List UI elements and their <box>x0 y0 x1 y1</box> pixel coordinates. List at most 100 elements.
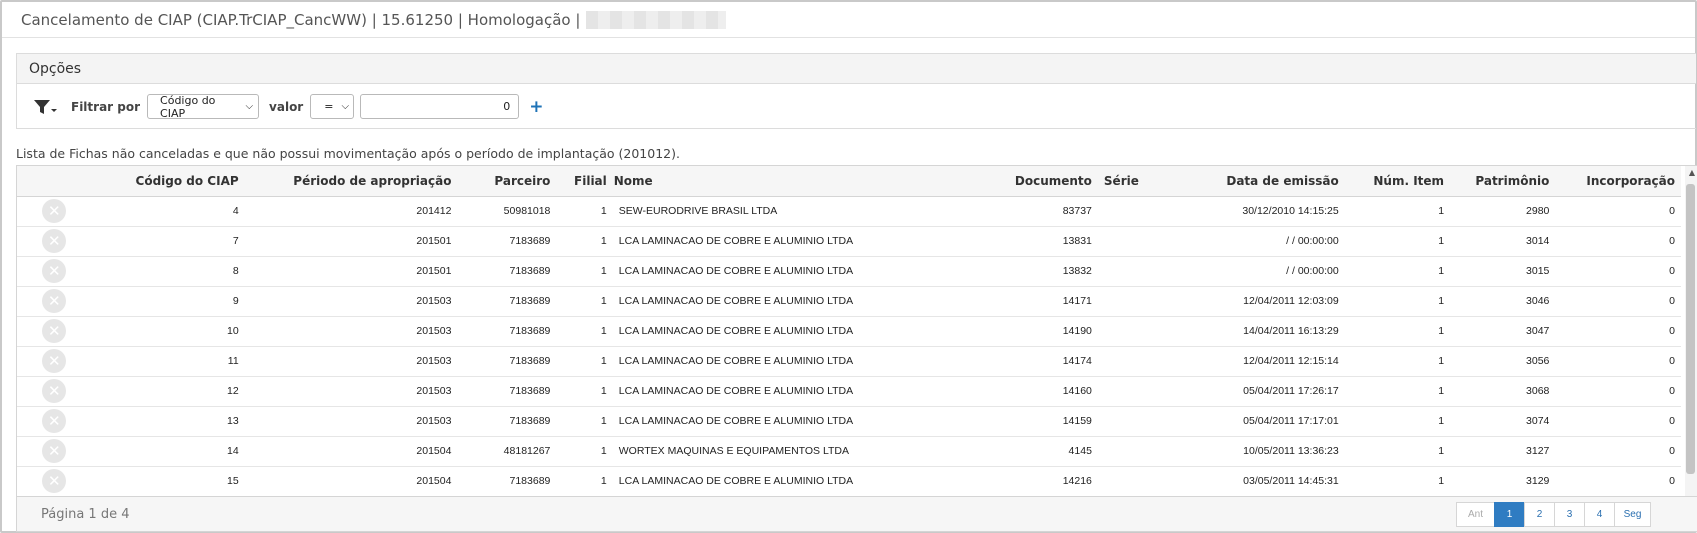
scroll-up-arrow-icon[interactable]: ▲ <box>1689 168 1695 177</box>
cell-serie <box>1097 346 1152 377</box>
table-row[interactable]: ✕ 4 201412 50981018 1 SEW-EURODRIVE BRAS… <box>17 196 1681 227</box>
column-header[interactable]: Parceiro <box>457 166 557 197</box>
cell-data: 12/04/2011 12:15:14 <box>1151 346 1345 377</box>
cell-parceiro: 7183689 <box>457 376 557 407</box>
column-header[interactable]: Périodo de apropriação <box>244 166 458 197</box>
page-title: Cancelamento de CIAP (CIAP.TrCIAP_CancWW… <box>21 10 581 29</box>
cell-item: 1 <box>1344 256 1451 287</box>
cell-incorporacao: 0 <box>1555 226 1681 257</box>
cell-serie <box>1097 316 1152 347</box>
cell-patrimonio: 3127 <box>1450 436 1556 467</box>
cell-incorporacao: 0 <box>1555 256 1681 287</box>
cell-nome: LCA LAMINACAO DE COBRE E ALUMINIO LTDA <box>612 376 1007 407</box>
cancel-icon[interactable]: ✕ <box>42 229 67 253</box>
cell-periodo: 201503 <box>244 316 458 347</box>
filter-menu-button[interactable] <box>33 98 57 116</box>
cell-nome: LCA LAMINACAO DE COBRE E ALUMINIO LTDA <box>612 316 1007 347</box>
cell-documento: 14174 <box>1006 346 1098 377</box>
page-button-2[interactable]: 2 <box>1524 502 1555 527</box>
next-page-button[interactable]: Seg <box>1614 502 1651 527</box>
page-button-3[interactable]: 3 <box>1554 502 1585 527</box>
cell-incorporacao: 0 <box>1555 466 1681 497</box>
table-row[interactable]: ✕ 9 201503 7183689 1 LCA LAMINACAO DE CO… <box>17 286 1681 317</box>
cancel-icon[interactable]: ✕ <box>42 409 67 433</box>
cell-filial: 1 <box>556 406 613 437</box>
column-header[interactable]: Nome <box>612 166 1007 197</box>
filter-value-input[interactable]: 0 <box>360 94 520 119</box>
cell-codigo: 12 <box>91 376 245 407</box>
cell-patrimonio: 2980 <box>1450 196 1556 227</box>
page-button-4[interactable]: 4 <box>1584 502 1615 527</box>
table-row[interactable]: ✕ 13 201503 7183689 1 LCA LAMINACAO DE C… <box>17 406 1681 437</box>
cell-item: 1 <box>1344 346 1451 377</box>
column-header[interactable]: Código do CIAP <box>91 166 245 197</box>
pagination-bar: Página 1 de 4 Ant 1 2 3 4 Seg <box>17 496 1697 531</box>
options-header[interactable]: Opções <box>17 54 1696 84</box>
cell-periodo: 201503 <box>244 346 458 377</box>
table-row[interactable]: ✕ 7 201501 7183689 1 LCA LAMINACAO DE CO… <box>17 226 1681 257</box>
cell-incorporacao: 0 <box>1555 346 1681 377</box>
cancel-icon[interactable]: ✕ <box>42 349 67 373</box>
cell-documento: 13832 <box>1006 256 1098 287</box>
cell-codigo: 11 <box>91 346 245 377</box>
cell-documento: 83737 <box>1006 196 1098 227</box>
cell-documento: 14159 <box>1006 406 1098 437</box>
column-header[interactable]: Patrimônio <box>1450 166 1556 197</box>
column-header[interactable]: Data de emissão <box>1151 166 1345 197</box>
operator-select[interactable]: = ⌵ <box>310 94 355 119</box>
table-row[interactable]: ✕ 8 201501 7183689 1 LCA LAMINACAO DE CO… <box>17 256 1681 287</box>
table-row[interactable]: ✕ 10 201503 7183689 1 LCA LAMINACAO DE C… <box>17 316 1681 347</box>
cell-codigo: 8 <box>91 256 245 287</box>
cancel-icon[interactable]: ✕ <box>42 199 67 223</box>
cancel-icon[interactable]: ✕ <box>42 439 67 463</box>
scrollbar-thumb[interactable] <box>1686 184 1695 474</box>
add-filter-button[interactable]: + <box>529 97 543 117</box>
cell-filial: 1 <box>556 316 613 347</box>
cancel-icon[interactable]: ✕ <box>42 259 67 283</box>
ciap-grid: Código do CIAP Périodo de apropriação Pa… <box>16 165 1697 532</box>
cell-patrimonio: 3068 <box>1450 376 1556 407</box>
prev-page-button[interactable]: Ant <box>1456 502 1495 527</box>
operator-value: = <box>324 100 334 113</box>
cell-nome: LCA LAMINACAO DE COBRE E ALUMINIO LTDA <box>612 346 1007 377</box>
cancel-icon[interactable]: ✕ <box>42 319 67 343</box>
table-header-row: Código do CIAP Périodo de apropriação Pa… <box>17 166 1681 197</box>
cell-codigo: 9 <box>91 286 245 317</box>
cell-serie <box>1097 466 1152 497</box>
row-action-cell: ✕ <box>17 406 92 437</box>
cell-data: 10/05/2011 13:36:23 <box>1151 436 1345 467</box>
cell-patrimonio: 3046 <box>1450 286 1556 317</box>
page-button-1[interactable]: 1 <box>1494 502 1525 527</box>
vertical-scrollbar[interactable]: ▲ <box>1685 166 1697 496</box>
column-header[interactable]: Documento <box>1006 166 1098 197</box>
column-header[interactable]: Incorporação <box>1555 166 1681 197</box>
table-row[interactable]: ✕ 15 201504 7183689 1 LCA LAMINACAO DE C… <box>17 466 1681 497</box>
table-row[interactable]: ✕ 14 201504 48181267 1 WORTEX MAQUINAS E… <box>17 436 1681 467</box>
cell-periodo: 201412 <box>244 196 458 227</box>
cell-data: 05/04/2011 17:26:17 <box>1151 376 1345 407</box>
column-header-action <box>17 166 92 197</box>
cancel-icon[interactable]: ✕ <box>42 469 67 493</box>
table-row[interactable]: ✕ 12 201503 7183689 1 LCA LAMINACAO DE C… <box>17 376 1681 407</box>
column-header[interactable]: Núm. Item <box>1344 166 1451 197</box>
column-header[interactable]: Série <box>1097 166 1152 197</box>
cancel-icon[interactable]: ✕ <box>42 289 67 313</box>
cell-codigo: 7 <box>91 226 245 257</box>
filter-field-select[interactable]: Código do CIAP ⌵ <box>147 94 260 120</box>
chevron-down-icon: ⌵ <box>245 101 254 112</box>
cell-periodo: 201503 <box>244 406 458 437</box>
cancel-icon[interactable]: ✕ <box>42 379 67 403</box>
cell-codigo: 10 <box>91 316 245 347</box>
cell-documento: 14216 <box>1006 466 1098 497</box>
row-action-cell: ✕ <box>17 226 92 257</box>
cell-item: 1 <box>1344 466 1451 497</box>
cell-filial: 1 <box>556 226 613 257</box>
cell-data: 05/04/2011 17:17:01 <box>1151 406 1345 437</box>
cell-documento: 14190 <box>1006 316 1098 347</box>
cell-patrimonio: 3015 <box>1450 256 1556 287</box>
row-action-cell: ✕ <box>17 316 92 347</box>
table-row[interactable]: ✕ 11 201503 7183689 1 LCA LAMINACAO DE C… <box>17 346 1681 377</box>
title-bar: Cancelamento de CIAP (CIAP.TrCIAP_CancWW… <box>2 2 1695 38</box>
funnel-icon <box>34 99 57 114</box>
column-header[interactable]: Filial <box>556 166 613 197</box>
